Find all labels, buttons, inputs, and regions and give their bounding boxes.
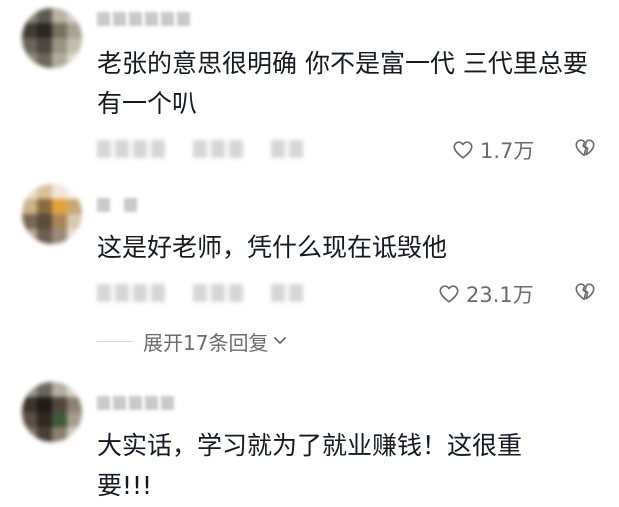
like-button[interactable]: 23.1万	[438, 279, 534, 309]
comment-item: 老张的意思很明确 你不是富一代 三代里总要有一个叭 1.7万	[0, 0, 619, 170]
avatar[interactable]	[22, 8, 82, 68]
like-count: 23.1万	[466, 283, 534, 307]
comment-text: 这是好老师，凭什么现在诋毁他	[97, 233, 448, 262]
heart-outline-icon	[452, 139, 474, 161]
comment-text: 大实话，学习就为了就业赚钱！这很重要!!!	[97, 431, 523, 500]
username-redacted[interactable]	[97, 12, 190, 28]
comment-text: 老张的意思很明确 你不是富一代 三代里总要有一个叭	[97, 49, 588, 118]
chevron-down-icon	[272, 329, 288, 353]
comment-meta-redacted	[97, 282, 307, 304]
like-button[interactable]: 1.7万	[452, 135, 534, 165]
divider-line	[97, 340, 133, 342]
dislike-button[interactable]	[573, 281, 597, 303]
dislike-button[interactable]	[573, 137, 597, 159]
username-redacted[interactable]	[97, 396, 174, 412]
avatar[interactable]	[22, 184, 82, 244]
comment-item: 这是好老师，凭什么现在诋毁他 23.1万	[0, 170, 619, 315]
expand-replies-label: 展开17条回复	[143, 330, 269, 355]
username-redacted[interactable]	[97, 198, 137, 214]
like-count: 1.7万	[480, 139, 535, 163]
avatar[interactable]	[22, 382, 82, 442]
broken-heart-icon	[573, 137, 597, 159]
expand-replies-button[interactable]: 展开17条回复	[97, 324, 288, 358]
comment-meta-redacted	[97, 138, 307, 160]
comment-item: 大实话，学习就为了就业赚钱！这很重要!!!	[0, 370, 619, 507]
broken-heart-icon	[573, 281, 597, 303]
heart-outline-icon	[438, 283, 460, 305]
